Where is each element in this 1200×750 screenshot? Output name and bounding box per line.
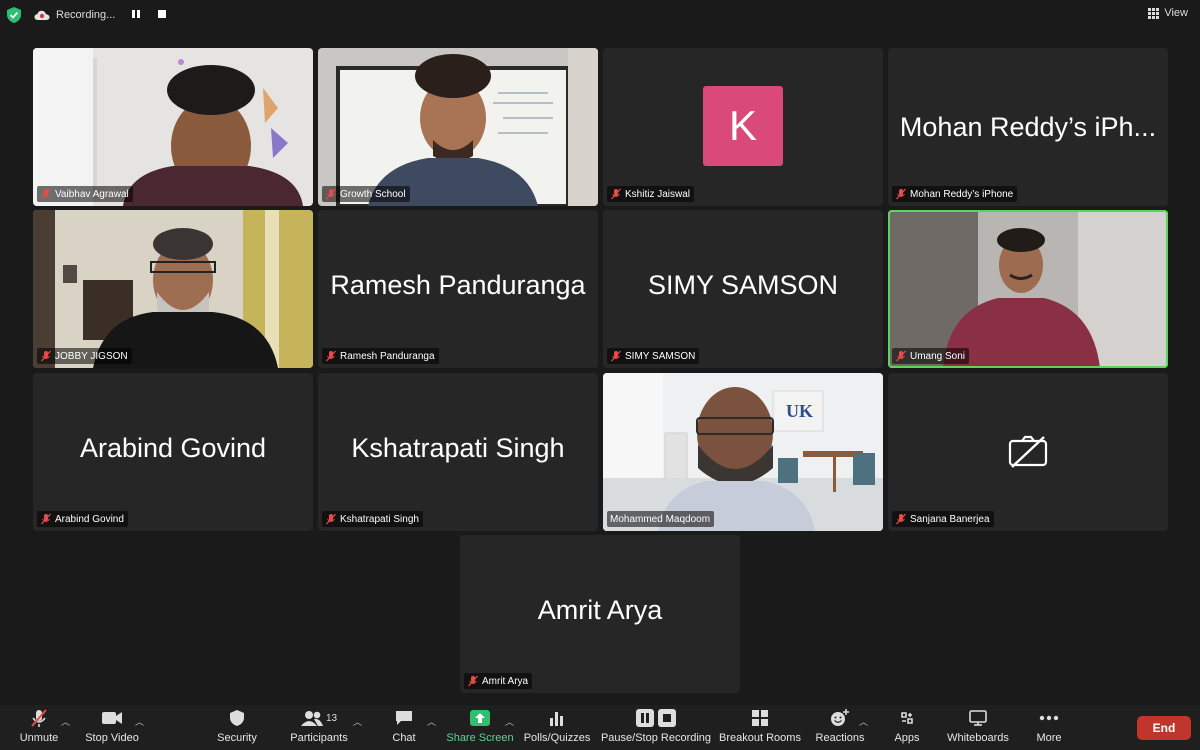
bar-chart-icon [550, 712, 563, 726]
participant-label: Kshatrapati Singh [322, 511, 423, 527]
meeting-toolbar: Unmute ︿ Stop Video ︿ Security 13 Partic… [0, 705, 1200, 750]
participant-tile-kshatrapati-singh[interactable]: Kshatrapati Singh Kshatrapati Singh [318, 373, 598, 531]
participant-display-name: Ramesh Panduranga [330, 270, 586, 300]
participant-tile-simy-samson[interactable]: SIMY SAMSON SIMY SAMSON [603, 210, 883, 368]
participant-display-name: Arabind Govind [79, 433, 267, 463]
participant-tile-mohan-reddy[interactable]: Mohan Reddy’s iPh... Mohan Reddy’s iPhon… [888, 48, 1168, 206]
more-button[interactable]: More [1030, 705, 1068, 750]
breakout-rooms-icon [752, 710, 768, 726]
share-options-caret[interactable]: ︿ [505, 715, 514, 728]
mic-muted-icon [896, 513, 906, 525]
pause-icon [636, 709, 654, 727]
participant-label: Sanjana Banerjea [892, 511, 994, 527]
grid-icon [1148, 7, 1160, 19]
mic-muted-icon [468, 675, 478, 687]
participant-tile-vaibhav-agrawal[interactable]: Vaibhav Agrawal [33, 48, 313, 206]
participants-icon [300, 711, 323, 726]
participant-tile-mohammed-maqdoom[interactable]: UK Mohammed Maqdoom [603, 373, 883, 531]
participant-label: Ramesh Panduranga [322, 348, 439, 364]
mic-muted-icon [326, 188, 336, 200]
participant-label: Umang Soni [892, 348, 970, 364]
polls-button[interactable]: Polls/Quizzes [524, 705, 590, 750]
participant-label: Mohan Reddy’s iPhone [892, 186, 1018, 202]
mic-muted-icon [31, 709, 47, 727]
participant-label: JOBBY JIGSON [37, 348, 132, 364]
whiteboard-icon [969, 710, 987, 726]
end-meeting-button[interactable]: End [1137, 716, 1191, 740]
stop-video-button[interactable]: Stop Video [84, 705, 140, 750]
shield-icon [230, 710, 244, 726]
recording-label: Recording... [56, 9, 116, 21]
more-dots-icon [1039, 715, 1059, 721]
video-feed: UK [603, 373, 883, 531]
participant-display-name: Kshatrapati Singh [351, 433, 565, 463]
participant-tile-kshitiz-jaiswal[interactable]: K Kshitiz Jaiswal [603, 48, 883, 206]
pause-stop-recording-button[interactable]: Pause/Stop Recording [601, 705, 711, 750]
participant-tile-ramesh-panduranga[interactable]: Ramesh Panduranga Ramesh Panduranga [318, 210, 598, 368]
participant-tile-arabind-govind[interactable]: Arabind Govind Arabind Govind [33, 373, 313, 531]
mic-muted-icon [41, 350, 51, 362]
unmute-button[interactable]: Unmute [12, 705, 66, 750]
mic-muted-icon [611, 188, 621, 200]
participant-label: Mohammed Maqdoom [607, 511, 715, 527]
share-screen-button[interactable]: Share Screen [446, 705, 514, 750]
stop-icon [658, 709, 676, 727]
view-button[interactable]: View [1148, 7, 1188, 19]
chat-bubble-icon [396, 711, 412, 725]
svg-text:UK: UK [786, 401, 813, 421]
participant-tile-amrit-arya[interactable]: Amrit Arya Amrit Arya [460, 535, 740, 693]
emoji-plus-icon [831, 709, 849, 726]
participant-display-name: Amrit Arya [537, 595, 663, 625]
participant-tile-umang-soni[interactable]: Umang Soni [888, 210, 1168, 368]
participant-tile-growth-school[interactable]: Growth School [318, 48, 598, 206]
participant-label: Growth School [322, 186, 410, 202]
participant-tile-jobby-jigson[interactable]: JOBBY JIGSON [33, 210, 313, 368]
top-bar: Recording... View [0, 0, 1200, 30]
participant-label: Vaibhav Agrawal [37, 186, 133, 202]
chat-options-caret[interactable]: ︿ [427, 715, 436, 728]
mic-muted-icon [41, 188, 51, 200]
mic-muted-icon [896, 350, 906, 362]
participant-label: Kshitiz Jaiswal [607, 186, 695, 202]
video-options-caret[interactable]: ︿ [135, 715, 144, 728]
video-camera-icon [102, 712, 122, 724]
participant-label: Amrit Arya [464, 673, 533, 689]
participant-label: Arabind Govind [37, 511, 128, 527]
view-label: View [1164, 7, 1188, 19]
participants-options-caret[interactable]: ︿ [353, 715, 362, 728]
recording-indicator: Recording... [34, 7, 167, 23]
share-screen-icon [470, 710, 490, 726]
avatar: K [703, 86, 783, 166]
mic-muted-icon [41, 513, 51, 525]
audio-options-caret[interactable]: ︿ [61, 715, 70, 728]
camera-off-icon [1008, 435, 1048, 468]
breakout-rooms-button[interactable]: Breakout Rooms [719, 705, 801, 750]
chat-button[interactable]: Chat [388, 705, 420, 750]
mic-muted-icon [326, 513, 336, 525]
participant-label: SIMY SAMSON [607, 348, 700, 364]
security-shield-icon[interactable] [7, 7, 21, 23]
whiteboards-button[interactable]: Whiteboards [944, 705, 1012, 750]
participant-tile-sanjana-banerjea[interactable]: Sanjana Banerjea [888, 373, 1168, 531]
reactions-options-caret[interactable]: ︿ [859, 715, 868, 728]
participants-count: 13 [325, 712, 338, 724]
video-feed [888, 210, 1168, 368]
participants-button[interactable]: 13 Participants [286, 705, 352, 750]
apps-icon [901, 712, 913, 724]
participant-display-name: Mohan Reddy’s iPh... [899, 112, 1157, 142]
stop-recording-icon[interactable] [157, 9, 167, 22]
mic-muted-icon [611, 350, 621, 362]
pause-recording-icon[interactable] [131, 9, 141, 22]
mic-muted-icon [896, 188, 906, 200]
video-feed [33, 210, 313, 368]
apps-button[interactable]: Apps [887, 705, 927, 750]
participant-display-name: SIMY SAMSON [647, 270, 839, 300]
cloud-icon [34, 10, 50, 20]
video-feed [33, 48, 313, 206]
security-button[interactable]: Security [212, 705, 262, 750]
mic-muted-icon [326, 350, 336, 362]
video-feed [318, 48, 598, 206]
